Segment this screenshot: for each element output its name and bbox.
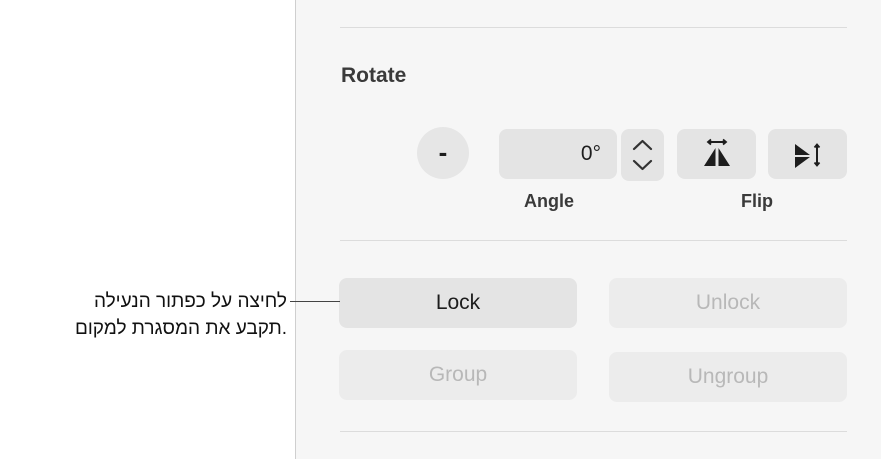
callout-text: לחיצה על כפתור הנעילה תקבע את המסגרת למק… bbox=[75, 288, 287, 342]
callout-line-1: לחיצה על כפתור הנעילה bbox=[93, 291, 287, 312]
angle-label: Angle bbox=[524, 191, 575, 211]
flip-vertical-icon bbox=[794, 143, 820, 168]
stepper-chevrons-icon bbox=[632, 139, 653, 171]
ungroup-button[interactable]: Ungroup bbox=[609, 352, 847, 402]
lock-button[interactable]: Lock bbox=[339, 278, 577, 328]
flip-horizontal-icon bbox=[703, 138, 730, 166]
top-divider bbox=[340, 27, 847, 28]
callout-line-2: תקבע את המסגרת למקום. bbox=[74, 318, 287, 339]
rotate-dial-button[interactable]: - bbox=[417, 127, 469, 179]
flip-vertical-button[interactable] bbox=[768, 129, 847, 179]
middle-divider bbox=[340, 240, 847, 241]
rotate-section-title: Rotate bbox=[341, 64, 407, 87]
minus-label: - bbox=[438, 136, 448, 167]
group-button[interactable]: Group bbox=[339, 350, 577, 400]
unlock-button[interactable]: Unlock bbox=[609, 278, 847, 328]
callout-leader-line bbox=[290, 301, 340, 302]
bottom-divider bbox=[340, 431, 847, 432]
angle-input[interactable]: 0° bbox=[499, 129, 617, 179]
flip-label: Flip bbox=[741, 191, 773, 211]
angle-stepper[interactable] bbox=[621, 129, 664, 181]
flip-horizontal-button[interactable] bbox=[677, 129, 756, 179]
